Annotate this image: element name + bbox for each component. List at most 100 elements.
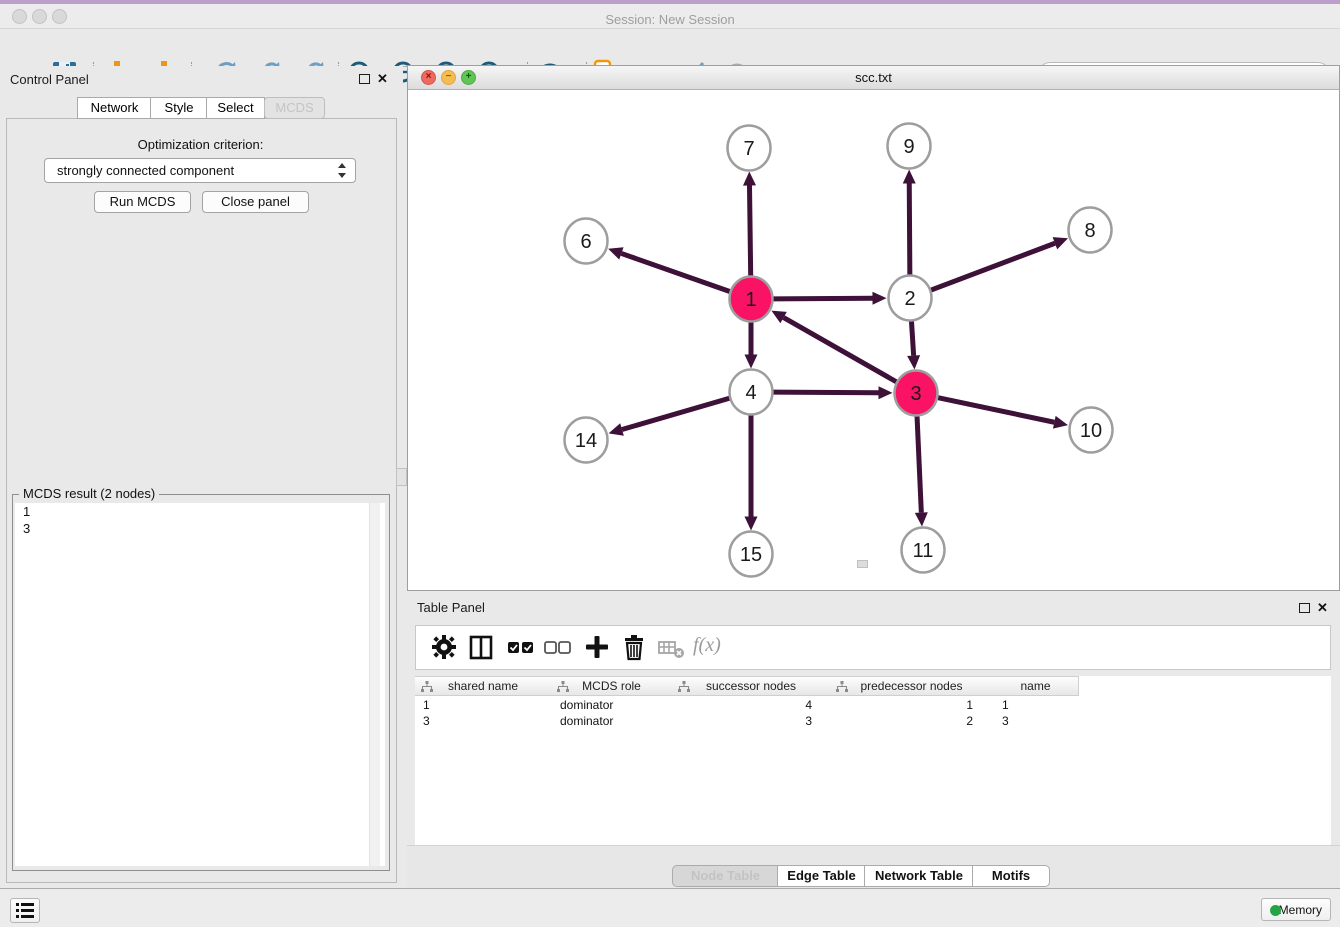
show-columns-icon[interactable]	[465, 631, 497, 663]
graph-node-9[interactable]: 9	[888, 124, 931, 169]
table-cell[interactable]: 1	[1002, 697, 1072, 713]
graph-edge-2-3[interactable]	[911, 320, 913, 355]
column-header-successor-nodes[interactable]: successor nodes	[672, 676, 831, 696]
network-view-window: × − + scc.txt 7 9 6 8 1 2 4 3 14 10 15 11	[407, 65, 1340, 591]
column-label: predecessor nodes	[860, 679, 962, 693]
tab-mcds[interactable]: MCDS	[264, 97, 325, 119]
tab-edge-table[interactable]: Edge Table	[777, 865, 866, 887]
graph-node-4[interactable]: 4	[730, 370, 773, 415]
graph-edge-3-11[interactable]	[917, 415, 921, 512]
close-table-panel-icon[interactable]: ✕	[1317, 601, 1328, 614]
column-header-predecessor-nodes[interactable]: predecessor nodes	[830, 676, 994, 696]
tab-network[interactable]: Network	[77, 97, 152, 119]
graph-edge-2-8[interactable]	[931, 243, 1055, 290]
network-window-titlebar[interactable]: × − + scc.txt	[408, 66, 1339, 90]
graph-edge-arrowhead	[915, 512, 928, 526]
delete-column-icon[interactable]	[655, 631, 687, 663]
column-type-icon	[836, 681, 848, 692]
tab-motifs[interactable]: Motifs	[972, 865, 1050, 887]
graph-node-15[interactable]: 15	[730, 532, 773, 577]
function-builder-icon[interactable]: f(x)	[693, 634, 733, 666]
column-header-shared-name[interactable]: shared name	[415, 676, 552, 696]
unselect-all-icon[interactable]	[541, 631, 573, 663]
tab-node-table[interactable]: Node Table	[672, 865, 779, 887]
column-type-icon	[557, 681, 569, 692]
graph-node-1[interactable]: 1	[730, 277, 773, 322]
close-panel-icon[interactable]: ✕	[377, 72, 388, 85]
tab-style[interactable]: Style	[150, 97, 208, 119]
select-all-icon[interactable]	[504, 631, 536, 663]
graph-edge-arrowhead	[1053, 416, 1068, 429]
window-resize-handle[interactable]	[857, 560, 868, 568]
graph-edge-4-14[interactable]	[622, 398, 729, 429]
settings-gear-icon[interactable]	[428, 631, 460, 663]
app-title: Session: New Session	[0, 12, 1340, 27]
graph-edge-1-6[interactable]	[621, 253, 729, 291]
memory-label: Memory	[1279, 903, 1322, 917]
dropdown-stepper-icon	[337, 162, 347, 179]
run-mcds-button[interactable]: Run MCDS	[94, 191, 191, 213]
panel-divider-grip[interactable]	[396, 468, 407, 486]
table-cell[interactable]: 3	[1002, 713, 1072, 729]
graph-edge-2-9[interactable]	[909, 183, 910, 275]
tab-network-table[interactable]: Network Table	[864, 865, 974, 887]
graph-node-label: 7	[743, 138, 754, 160]
table-cell[interactable]: dominator	[560, 697, 670, 713]
table-cell[interactable]: 2	[830, 713, 973, 729]
mcds-result-line: 1	[23, 503, 385, 520]
mcds-result-textarea[interactable]: 1 3	[15, 503, 385, 866]
table-cell[interactable]: dominator	[560, 713, 670, 729]
task-history-button[interactable]	[10, 898, 40, 923]
table-cell[interactable]: 1	[830, 697, 973, 713]
graph-edge-arrowhead	[872, 292, 886, 305]
close-panel-button[interactable]: Close panel	[202, 191, 309, 213]
graph-node-label: 14	[575, 430, 597, 452]
float-table-panel-icon[interactable]	[1299, 603, 1310, 613]
column-label: shared name	[448, 679, 518, 693]
graph-edge-arrowhead	[608, 247, 623, 259]
table-cell[interactable]: 3	[672, 713, 812, 729]
result-scrollbar[interactable]	[369, 503, 380, 866]
graph-node-label: 6	[580, 231, 591, 253]
graph-node-2[interactable]: 2	[889, 276, 932, 321]
table-panel-title: Table Panel	[417, 600, 485, 615]
graph-edge-1-7[interactable]	[749, 185, 750, 276]
column-header-name[interactable]: name	[993, 676, 1079, 696]
network-canvas[interactable]: 7 9 6 8 1 2 4 3 14 10 15 11	[408, 90, 1337, 589]
table-cell[interactable]: 3	[423, 713, 543, 729]
graph-node-10[interactable]: 10	[1070, 408, 1113, 453]
table-cell[interactable]: 4	[672, 697, 812, 713]
memory-button[interactable]: Memory	[1261, 898, 1331, 921]
mcds-result-group: MCDS result (2 nodes) 1 3	[12, 494, 390, 871]
graph-node-6[interactable]: 6	[565, 219, 608, 264]
graph-edge-3-1[interactable]	[784, 318, 897, 382]
delete-selected-icon[interactable]	[618, 631, 650, 663]
graph-node-label: 1	[745, 289, 756, 311]
mcds-result-line: 3	[23, 520, 385, 537]
graph-node-8[interactable]: 8	[1069, 208, 1112, 253]
graph-edge-arrowhead	[1053, 237, 1068, 249]
graph-edge-4-3[interactable]	[773, 392, 878, 393]
column-header-mcds-role[interactable]: MCDS role	[551, 676, 673, 696]
tab-select[interactable]: Select	[206, 97, 265, 119]
graph-node-label: 2	[904, 288, 915, 310]
graph-edge-1-2[interactable]	[773, 298, 872, 299]
criterion-dropdown[interactable]: strongly connected component	[44, 158, 356, 183]
table-panel: Table Panel ✕ f(x) shared name	[407, 595, 1340, 888]
graph-node-label: 10	[1080, 420, 1102, 442]
main-toolbar	[0, 29, 1340, 67]
graph-node-11[interactable]: 11	[902, 528, 945, 573]
column-type-icon	[421, 681, 433, 692]
graph-edge-arrowhead	[745, 355, 758, 369]
add-column-icon[interactable]	[581, 631, 613, 663]
table-cell[interactable]: 1	[423, 697, 543, 713]
graph-node-14[interactable]: 14	[565, 418, 608, 463]
graph-node-3[interactable]: 3	[895, 371, 938, 416]
graph-node-7[interactable]: 7	[728, 126, 771, 171]
column-type-icon	[678, 681, 690, 692]
float-panel-icon[interactable]	[359, 74, 370, 84]
mcds-result-title: MCDS result (2 nodes)	[19, 486, 159, 501]
graph-edge-3-10[interactable]	[938, 398, 1054, 423]
network-window-title: scc.txt	[408, 70, 1339, 85]
graph-node-label: 11	[913, 540, 934, 562]
